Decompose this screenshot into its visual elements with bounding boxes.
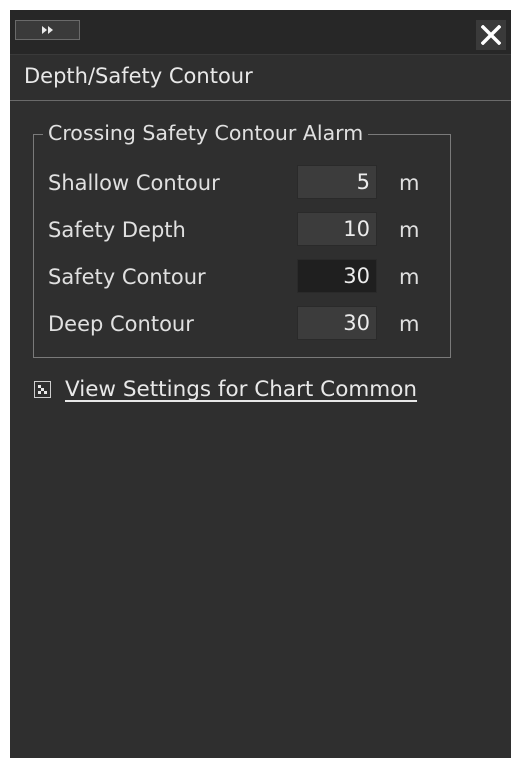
safety-contour-label: Safety Contour	[48, 265, 206, 289]
close-icon	[481, 25, 501, 45]
group-legend: Crossing Safety Contour Alarm	[43, 121, 369, 145]
safety-contour-input[interactable]: 30	[297, 259, 377, 293]
shallow-contour-label: Shallow Contour	[48, 171, 220, 195]
expand-button[interactable]	[15, 20, 80, 40]
deep-contour-label: Deep Contour	[48, 312, 194, 336]
shallow-contour-input[interactable]: 5	[297, 165, 377, 199]
safety-contour-row: Safety Contour 30 m	[48, 259, 448, 293]
panel-header: Depth/Safety Contour	[10, 54, 511, 101]
shallow-contour-row: Shallow Contour 5 m	[48, 165, 448, 199]
double-chevron-right-icon	[41, 26, 53, 34]
safety-depth-input[interactable]: 10	[297, 212, 377, 246]
panel-title: Depth/Safety Contour	[24, 64, 253, 88]
chart-settings-icon	[34, 381, 51, 398]
depth-safety-contour-panel: Depth/Safety Contour Crossing Safety Con…	[10, 10, 511, 758]
view-settings-link-label: View Settings for Chart Common	[65, 377, 418, 402]
deep-contour-input[interactable]: 30	[297, 306, 377, 340]
shallow-contour-unit: m	[399, 171, 420, 195]
safety-depth-unit: m	[399, 218, 420, 242]
deep-contour-row: Deep Contour 30 m	[48, 306, 448, 340]
safety-depth-row: Safety Depth 10 m	[48, 212, 448, 246]
close-button[interactable]	[476, 20, 506, 50]
crossing-safety-contour-alarm-group: Crossing Safety Contour Alarm Shallow Co…	[33, 121, 451, 358]
safety-depth-label: Safety Depth	[48, 218, 186, 242]
panel-titlebar	[10, 10, 511, 55]
deep-contour-unit: m	[399, 312, 420, 336]
safety-contour-unit: m	[399, 265, 420, 289]
view-settings-chart-common-link[interactable]: View Settings for Chart Common	[34, 377, 417, 402]
